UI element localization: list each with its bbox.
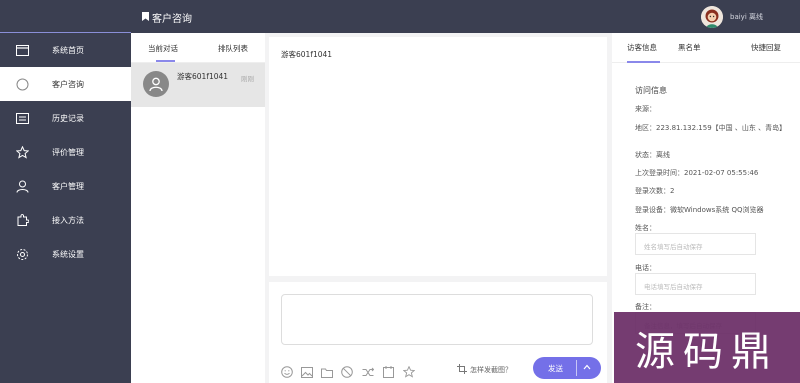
user-icon bbox=[15, 179, 29, 193]
tab-underline bbox=[156, 60, 175, 62]
sidebar-item-customers[interactable]: 客户管理 bbox=[0, 169, 131, 203]
sidebar-item-consult[interactable]: 客户咨询 bbox=[0, 67, 131, 101]
device-info: 登录设备：微软Windows系统 QQ浏览器 bbox=[635, 206, 764, 214]
chat-messages: 游客601f1041 bbox=[269, 37, 607, 276]
gear-icon bbox=[15, 247, 29, 261]
sidebar: 系统首页 客户咨询 历史记录 评价管理 客户管理 接入方法 系统设置 bbox=[0, 0, 131, 383]
sidebar-item-label: 系统首页 bbox=[52, 45, 84, 55]
sidebar-item-label: 历史记录 bbox=[52, 113, 84, 123]
screenshot-help-text: 怎样发截图？ bbox=[470, 366, 512, 374]
page-title-text: 客户咨询 bbox=[152, 14, 192, 25]
name-field[interactable] bbox=[635, 233, 756, 255]
user-status: baiyi 离线 bbox=[730, 13, 763, 21]
conversation-tabs: 当前对话 排队列表 bbox=[131, 33, 265, 63]
source-label: 来源： bbox=[635, 105, 656, 113]
conversation-time: 刚刚 bbox=[241, 75, 254, 83]
sidebar-item-reviews[interactable]: 评价管理 bbox=[0, 135, 131, 169]
calendar-icon bbox=[15, 111, 29, 125]
tab-underline bbox=[627, 61, 660, 63]
block-icon[interactable] bbox=[341, 366, 353, 378]
transfer-icon[interactable] bbox=[362, 366, 374, 378]
chat-bubble-icon bbox=[15, 77, 29, 91]
image-icon[interactable] bbox=[301, 366, 313, 378]
sidebar-item-label: 评价管理 bbox=[52, 147, 84, 157]
sidebar-item-label: 系统设置 bbox=[52, 249, 84, 259]
screenshot-help-link[interactable]: 怎样发截图？ bbox=[457, 364, 512, 376]
phone-field[interactable] bbox=[635, 273, 756, 295]
watermark: 源码鼎 bbox=[614, 312, 800, 383]
watermark-text: 源码鼎 bbox=[635, 328, 779, 375]
name-label: 姓名： bbox=[635, 224, 656, 232]
tab-blacklist[interactable]: 黑名单 bbox=[678, 42, 701, 53]
sidebar-item-settings[interactable]: 系统设置 bbox=[0, 237, 131, 271]
send-button[interactable]: 发送 bbox=[533, 357, 601, 379]
sidebar-item-label: 客户管理 bbox=[52, 181, 84, 191]
tab-quick-reply[interactable]: 快捷回复 bbox=[751, 42, 781, 53]
tab-visitor-info[interactable]: 访客信息 bbox=[627, 42, 657, 53]
star-icon[interactable] bbox=[403, 366, 415, 378]
conversation-panel: 当前对话 排队列表 游客601f1041 刚刚 bbox=[131, 33, 265, 383]
sidebar-item-home[interactable]: 系统首页 bbox=[0, 33, 131, 67]
login-count-info: 登录次数：2 bbox=[635, 187, 675, 195]
crop-icon bbox=[457, 364, 467, 376]
conversation-item[interactable]: 游客601f1041 刚刚 bbox=[131, 63, 265, 107]
note-label: 备注： bbox=[635, 303, 656, 311]
status-info: 状态：离线 bbox=[635, 151, 670, 159]
message-input[interactable] bbox=[281, 294, 593, 345]
user-avatar-icon bbox=[143, 71, 169, 97]
top-bar: 客户咨询 baiyi 离线 bbox=[131, 0, 800, 33]
last-login-info: 上次登录时间：2021-02-07 05:55:46 bbox=[635, 169, 759, 177]
logo-area bbox=[0, 0, 131, 33]
section-title: 访问信息 bbox=[635, 86, 667, 95]
emoji-icon[interactable] bbox=[281, 366, 293, 378]
phone-label: 电话： bbox=[635, 264, 656, 272]
bookmark-icon bbox=[142, 11, 149, 24]
send-divider bbox=[576, 360, 577, 376]
puzzle-icon bbox=[15, 213, 29, 227]
tab-queue-list[interactable]: 排队列表 bbox=[218, 43, 248, 54]
star-icon bbox=[15, 145, 29, 159]
page-title: 客户咨询 bbox=[142, 10, 192, 25]
sidebar-item-label: 接入方法 bbox=[52, 215, 84, 225]
chat-input-area: 怎样发截图？ 发送 bbox=[269, 282, 607, 383]
avatar[interactable] bbox=[701, 6, 723, 28]
conversation-name: 游客601f1041 bbox=[177, 72, 229, 81]
window-icon bbox=[15, 43, 29, 57]
sidebar-item-label: 客户咨询 bbox=[52, 79, 84, 89]
region-info: 地区：223.81.132.159【中国 、山东 、青岛】 bbox=[635, 124, 787, 132]
tab-current-conversations[interactable]: 当前对话 bbox=[148, 43, 178, 54]
info-tabs: 访客信息 黑名单 快捷回复 bbox=[612, 33, 800, 63]
sidebar-item-integration[interactable]: 接入方法 bbox=[0, 203, 131, 237]
chat-title: 游客601f1041 bbox=[281, 50, 333, 59]
sidebar-item-history[interactable]: 历史记录 bbox=[0, 101, 131, 135]
send-label: 发送 bbox=[548, 364, 563, 373]
folder-icon[interactable] bbox=[321, 366, 333, 378]
calendar-icon[interactable] bbox=[382, 366, 394, 378]
chevron-up-icon[interactable] bbox=[583, 363, 591, 372]
